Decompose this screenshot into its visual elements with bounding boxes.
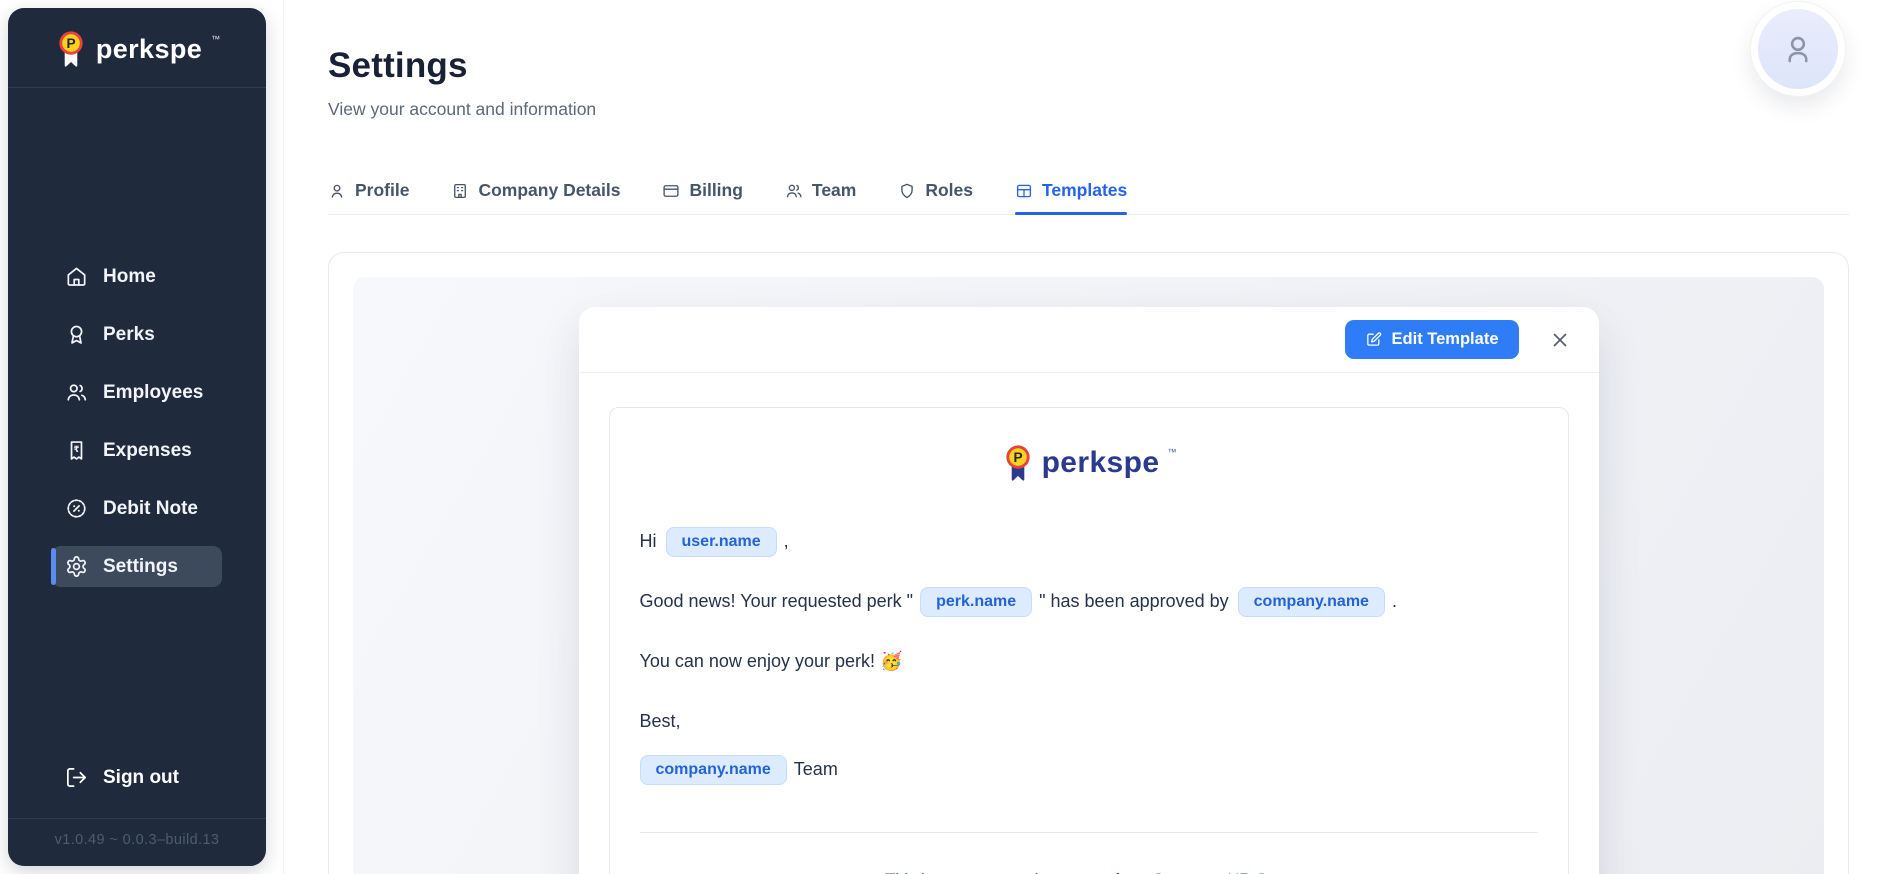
svg-text:P: P — [1013, 450, 1022, 465]
perkspe-badge-icon: P — [54, 30, 88, 68]
home-icon — [65, 265, 88, 288]
trademark-mark: ™ — [1167, 447, 1176, 457]
person-icon — [1780, 31, 1816, 67]
users-icon — [65, 381, 88, 404]
sidebar-item-label: Debit Note — [103, 498, 198, 520]
approval-mid: " has been approved by — [1039, 591, 1229, 611]
greeting-prefix: Hi — [640, 531, 657, 551]
credit-card-icon — [662, 182, 680, 200]
variable-chip-perk-name: perk.name — [920, 587, 1032, 617]
user-avatar[interactable] — [1751, 2, 1845, 96]
sidebar-nav: Home Perks Employees ₹ Expenses Debit Note Set… — [8, 256, 266, 587]
tab-roles[interactable]: Roles — [898, 180, 973, 214]
tab-company-details[interactable]: Company Details — [451, 180, 620, 214]
sidebar-item-home[interactable]: Home — [52, 256, 222, 297]
sidebar-divider — [8, 87, 266, 88]
tab-team[interactable]: Team — [785, 180, 856, 214]
page-subtitle: View your account and information — [328, 99, 1849, 120]
brand-name: perkspe — [96, 34, 202, 65]
trademark-mark: ™ — [211, 34, 220, 44]
greeting-suffix: , — [784, 531, 789, 551]
email-brand-logo: P perkspe ™ — [640, 444, 1538, 482]
main-content: Settings View your account and informati… — [283, 0, 1897, 874]
sidebar-item-expenses[interactable]: ₹ Expenses — [52, 430, 222, 471]
sidebar-item-label: Expenses — [103, 440, 192, 462]
sidebar: P perkspe ™ Home Perks Employees ₹ Expenses D… — [8, 8, 266, 866]
settings-tabs: Profile Company Details Billing Team Roles Te… — [328, 180, 1849, 215]
log-out-icon — [65, 766, 88, 789]
sidebar-item-label: Settings — [103, 556, 178, 578]
tab-profile[interactable]: Profile — [328, 180, 409, 214]
tab-label: Team — [812, 180, 856, 201]
badge-percent-icon — [65, 497, 88, 520]
approval-suffix: . — [1392, 591, 1397, 611]
brand-name: perkspe — [1042, 446, 1160, 480]
sidebar-item-label: Perks — [103, 324, 155, 346]
close-icon — [1549, 329, 1571, 351]
building-icon — [451, 182, 469, 200]
sidebar-bottom: Sign out v1.0.49 ~ 0.0.3–build.13 — [8, 757, 266, 866]
template-preview-backdrop: Edit Template P perkspe ™ Hi user.name, — [353, 277, 1824, 874]
layout-icon — [1015, 182, 1033, 200]
award-icon — [65, 323, 88, 346]
tab-label: Profile — [355, 180, 409, 201]
variable-chip-company-name: company.name — [1238, 587, 1385, 617]
tab-label: Roles — [925, 180, 973, 201]
tab-billing[interactable]: Billing — [662, 180, 742, 214]
email-divider — [640, 832, 1538, 833]
approval-prefix: Good news! Your requested perk " — [640, 591, 914, 611]
perkspe-badge-icon: P — [1001, 444, 1035, 482]
page-header: Settings View your account and informati… — [328, 0, 1849, 120]
variable-chip-company-name: company.name — [640, 755, 787, 785]
modal-header: Edit Template — [579, 307, 1599, 373]
svg-text:P: P — [66, 36, 75, 51]
edit-icon — [1365, 331, 1382, 348]
email-greeting-line: Hi user.name, — [640, 524, 1538, 558]
tab-label: Company Details — [478, 180, 620, 201]
email-closing-line: Best, — [640, 704, 1538, 738]
sidebar-item-perks[interactable]: Perks — [52, 314, 222, 355]
tab-templates[interactable]: Templates — [1015, 180, 1127, 214]
email-enjoy-line: You can now enjoy your perk! 🥳 — [640, 644, 1538, 678]
email-signature-line: company.name Team — [640, 752, 1538, 786]
sign-out-label: Sign out — [103, 767, 179, 789]
sidebar-item-employees[interactable]: Employees — [52, 372, 222, 413]
edit-template-button[interactable]: Edit Template — [1345, 320, 1519, 359]
edit-template-label: Edit Template — [1392, 330, 1499, 349]
page-title: Settings — [328, 46, 1849, 86]
sidebar-item-label: Employees — [103, 382, 203, 404]
sidebar-item-debit-note[interactable]: Debit Note — [52, 488, 222, 529]
team-suffix: Team — [794, 759, 838, 779]
svg-text:₹: ₹ — [74, 445, 80, 455]
sidebar-item-label: Home — [103, 266, 156, 288]
users-icon — [785, 182, 803, 200]
shield-icon — [898, 182, 916, 200]
email-approval-line: Good news! Your requested perk " perk.nam… — [640, 584, 1538, 618]
close-button[interactable] — [1547, 327, 1573, 353]
app-version: v1.0.49 ~ 0.0.3–build.13 — [8, 819, 266, 866]
sidebar-item-settings[interactable]: Settings — [52, 546, 222, 587]
tab-label: Billing — [689, 180, 742, 201]
modal-body: P perkspe ™ Hi user.name, Good news! Your… — [579, 373, 1599, 874]
gear-icon — [65, 555, 88, 578]
template-preview-modal: Edit Template P perkspe ™ Hi user.name, — [579, 307, 1599, 874]
sign-out-button[interactable]: Sign out — [52, 757, 222, 798]
brand-logo: P perkspe ™ — [8, 8, 266, 87]
email-template-preview: P perkspe ™ Hi user.name, Good news! Your… — [609, 407, 1569, 874]
receipt-rupee-icon: ₹ — [65, 439, 88, 462]
variable-chip-user-name: user.name — [666, 527, 777, 557]
templates-panel: Edit Template P perkspe ™ Hi user.name, — [328, 252, 1849, 874]
user-icon — [328, 182, 346, 200]
tab-label: Templates — [1042, 180, 1127, 201]
